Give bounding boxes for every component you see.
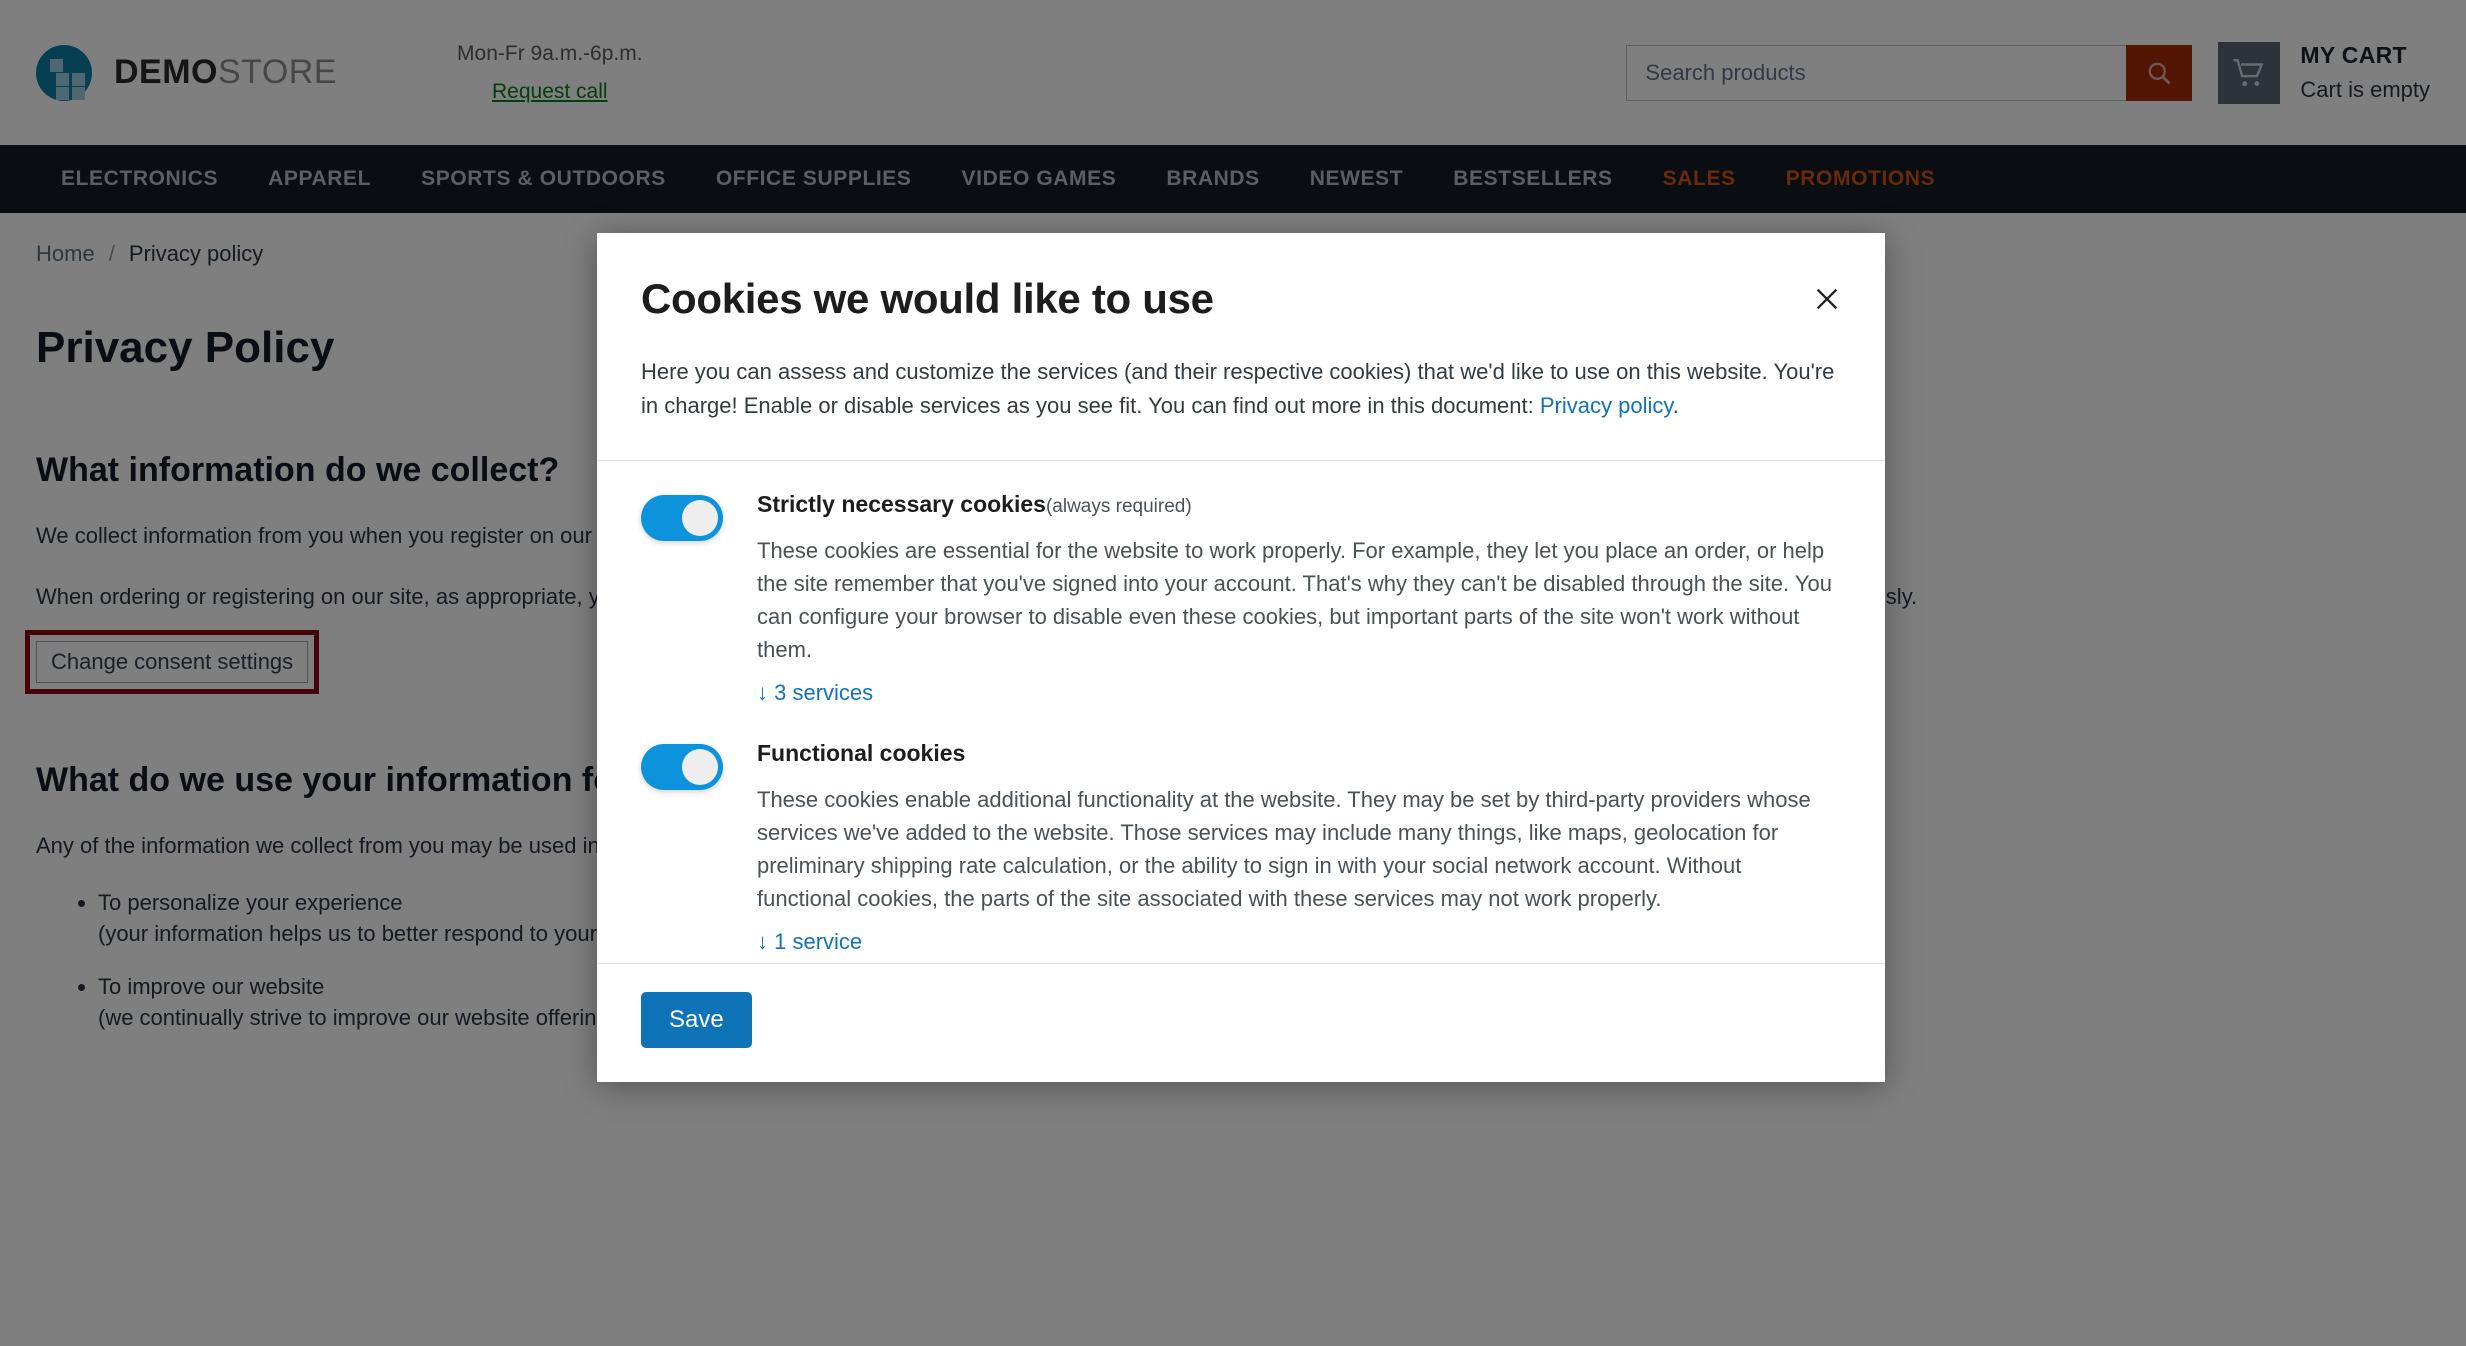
save-button[interactable]: Save — [641, 991, 752, 1048]
toggle-switch-functional[interactable] — [641, 743, 723, 790]
service-row: Functional cookies These cookies enable a… — [641, 714, 1841, 963]
modal-title: Cookies we would like to use — [641, 275, 1214, 322]
modal-intro-text-after: . — [1672, 393, 1679, 419]
toggle-knob — [682, 499, 718, 536]
service-expand-link[interactable]: ↓ 1 service — [757, 929, 862, 955]
service-title: Strictly necessary cookies(always requir… — [757, 491, 1841, 518]
service-title-text: Functional cookies — [757, 739, 966, 766]
modal-intro: Here you can assess and customize the se… — [641, 355, 1841, 424]
modal-close-button[interactable] — [1807, 279, 1847, 319]
close-icon — [1816, 288, 1838, 310]
toggle-switch-strictly-necessary[interactable] — [641, 494, 723, 541]
screenshot-root: DEMOSTORE Mon-Fr 9a.m.-6p.m. Request cal… — [0, 0, 2466, 1346]
service-title-note: (always required) — [1045, 495, 1192, 517]
modal-services-list: Strictly necessary cookies(always requir… — [597, 459, 1885, 963]
cookie-consent-modal: Cookies we would like to use Here you ca… — [597, 233, 1885, 1082]
service-description: These cookies enable additional function… — [757, 786, 1811, 911]
service-text: Functional cookies These cookies enable a… — [757, 740, 1841, 955]
modal-footer: Save — [597, 962, 1885, 1082]
service-title-text: Strictly necessary cookies — [757, 490, 1046, 517]
service-expand-link[interactable]: ↓ 3 services — [757, 680, 873, 706]
service-text: Strictly necessary cookies(always requir… — [757, 491, 1841, 706]
modal-privacy-policy-link[interactable]: Privacy policy — [1540, 393, 1673, 418]
service-row: Strictly necessary cookies(always requir… — [641, 461, 1841, 714]
toggle-knob — [682, 748, 718, 785]
modal-header: Cookies we would like to use Here you ca… — [597, 233, 1885, 460]
service-description: These cookies are essential for the webs… — [757, 537, 1832, 662]
service-title: Functional cookies — [757, 740, 1841, 767]
